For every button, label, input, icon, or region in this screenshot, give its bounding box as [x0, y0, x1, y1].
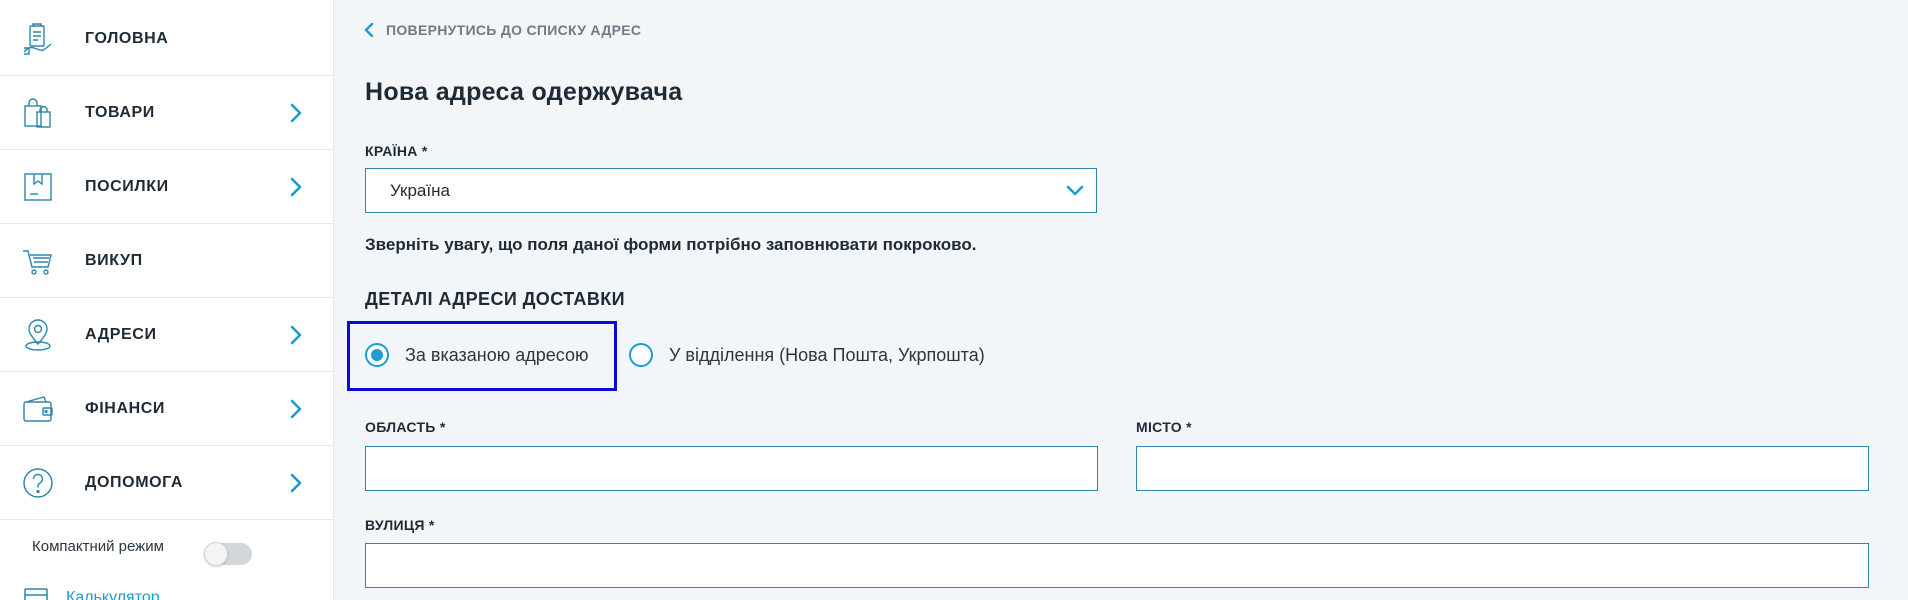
sidebar-item-label: ВИКУП	[85, 251, 143, 269]
back-link-text: ПОВЕРНУТИСЬ ДО СПИСКУ АДРЕС	[386, 22, 642, 38]
sidebar-item-addresses[interactable]: АДРЕСИ	[0, 298, 334, 372]
region-label: ОБЛАСТЬ *	[365, 419, 446, 435]
chevron-right-icon	[288, 324, 304, 346]
form-notice: Зверніть увагу, що поля даної форми потр…	[365, 235, 977, 254]
toggle-knob	[204, 542, 228, 566]
country-select-value: Україна	[390, 180, 450, 200]
calculator-icon	[24, 588, 48, 600]
compact-mode-label: Компактний режим	[32, 538, 164, 555]
sidebar-item-home[interactable]: ГОЛОВНА	[0, 2, 334, 76]
calculator-label: Калькулятор	[66, 589, 160, 600]
sidebar-item-label: АДРЕСИ	[85, 325, 157, 343]
help-icon	[20, 465, 56, 501]
radio-button-checked[interactable]	[365, 343, 389, 367]
wallet-icon	[20, 391, 56, 427]
chevron-right-icon	[288, 472, 304, 494]
main-content: ПОВЕРНУТИСЬ ДО СПИСКУ АДРЕС Нова адреса …	[334, 0, 1908, 600]
sidebar-item-label: ФІНАНСИ	[85, 399, 166, 417]
sidebar-item-label: ПОСИЛКИ	[85, 177, 169, 195]
back-to-addresses-link[interactable]: ПОВЕРНУТИСЬ ДО СПИСКУ АДРЕС	[364, 22, 641, 38]
sidebar-item-finance[interactable]: ФІНАНСИ	[0, 372, 334, 446]
delivery-details-title: ДЕТАЛІ АДРЕСИ ДОСТАВКИ	[365, 289, 625, 309]
location-pin-icon	[20, 317, 56, 353]
radio-button-unchecked[interactable]	[629, 343, 653, 367]
compact-mode-row: Компактний режим	[32, 538, 164, 555]
street-input[interactable]	[365, 543, 1869, 588]
chevron-right-icon	[288, 176, 304, 198]
chevron-right-icon	[288, 102, 304, 124]
package-icon	[20, 169, 56, 205]
sidebar: ГОЛОВНА ТОВАРИ ПОСИЛКИ ВИКУП АДРЕСИ ФІНА…	[0, 0, 334, 600]
chevron-down-icon	[1066, 184, 1084, 198]
city-input[interactable]	[1136, 446, 1869, 491]
sidebar-item-label: ТОВАРИ	[85, 103, 155, 121]
country-label: КРАЇНА *	[365, 143, 428, 159]
sidebar-item-products[interactable]: ТОВАРИ	[0, 76, 334, 150]
sidebar-item-help[interactable]: ДОПОМОГА	[0, 446, 334, 520]
page-title: Нова адреса одержувача	[365, 78, 683, 106]
sidebar-item-label: ГОЛОВНА	[85, 29, 169, 47]
radio-option-address[interactable]: За вказаною адресою	[365, 343, 589, 367]
calculator-link[interactable]: Калькулятор	[24, 588, 160, 600]
street-label: ВУЛИЦЯ *	[365, 517, 435, 533]
chevron-right-icon	[288, 398, 304, 420]
sidebar-item-buyout[interactable]: ВИКУП	[0, 224, 334, 298]
region-input[interactable]	[365, 446, 1098, 491]
radio-option-label: За вказаною адресою	[405, 344, 589, 365]
chevron-left-icon	[364, 22, 374, 38]
sidebar-item-parcels[interactable]: ПОСИЛКИ	[0, 150, 334, 224]
cart-icon	[20, 243, 56, 279]
country-select[interactable]: Україна	[365, 168, 1097, 213]
compact-mode-toggle[interactable]	[204, 542, 252, 566]
sidebar-item-label: ДОПОМОГА	[85, 473, 183, 491]
radio-option-branch[interactable]: У відділення (Нова Пошта, Укрпошта)	[629, 343, 985, 367]
shopping-bags-icon	[20, 95, 56, 131]
radio-option-label: У відділення (Нова Пошта, Укрпошта)	[669, 344, 985, 365]
home-icon	[20, 21, 56, 57]
city-label: МІСТО *	[1136, 419, 1192, 435]
